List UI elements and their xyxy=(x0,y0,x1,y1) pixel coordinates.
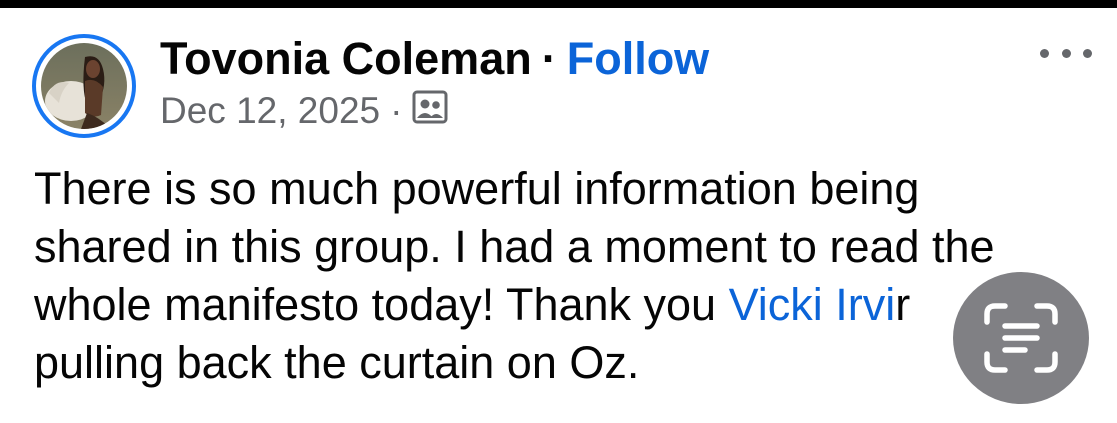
meta-separator: · xyxy=(390,90,403,131)
author-avatar[interactable] xyxy=(32,34,136,138)
name-separator: · xyxy=(541,33,557,84)
follow-button[interactable]: Follow xyxy=(567,33,709,84)
more-dot xyxy=(1040,48,1049,58)
mention-link[interactable]: Vicki Irvi xyxy=(729,279,896,330)
avatar-image xyxy=(41,43,127,129)
top-edge-bar xyxy=(0,0,1117,8)
post-body: There is so much powerful information be… xyxy=(34,160,1104,392)
post-date[interactable]: Dec 12, 2025 xyxy=(160,86,380,136)
post-text-line: pulling back the curtain on Oz. xyxy=(34,337,640,388)
post-text-segment: whole manifesto today! Thank you xyxy=(34,279,729,330)
post-header-name-line: Tovonia Coleman · Follow xyxy=(160,30,709,88)
post-text-segment: r xyxy=(895,279,911,330)
live-text-scan-icon xyxy=(984,303,1058,373)
post-meta-line: Dec 12, 2025 · xyxy=(160,85,448,137)
more-dot xyxy=(1061,48,1071,58)
post-text-line: There is so much powerful information be… xyxy=(34,163,920,214)
live-text-scan-button[interactable] xyxy=(953,272,1089,404)
more-options-icon[interactable] xyxy=(1040,40,1092,66)
post-text-line: whole manifesto today! Thank you Vicki I… xyxy=(34,276,1104,334)
group-audience-icon xyxy=(412,87,448,137)
author-name[interactable]: Tovonia Coleman xyxy=(160,33,532,84)
more-dot xyxy=(1083,48,1092,58)
post-text-line: shared in this group. I had a moment to … xyxy=(34,221,995,272)
